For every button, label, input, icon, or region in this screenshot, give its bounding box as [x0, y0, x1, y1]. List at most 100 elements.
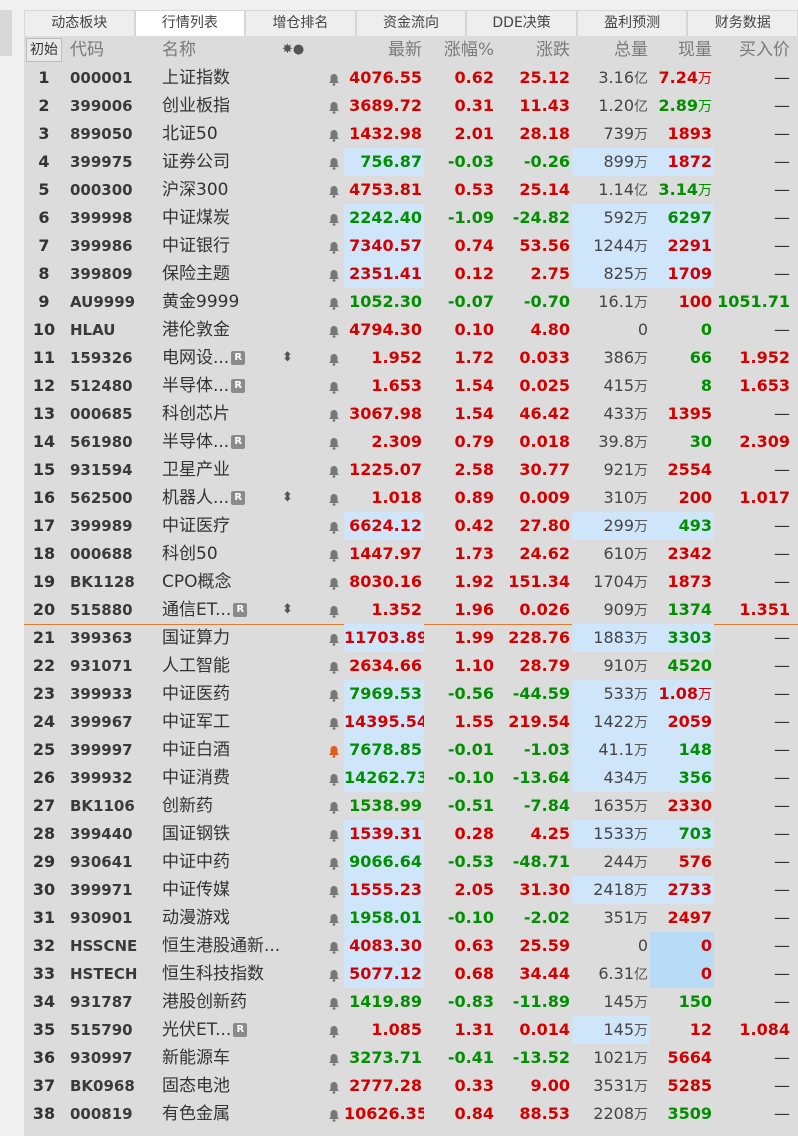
alert-bell-icon[interactable] — [324, 232, 344, 260]
tab-0[interactable]: 动态板块 — [24, 10, 135, 36]
table-row[interactable]: 15 931594 卫星产业 1225.07 2.58 30.77 921万 2554— — [24, 456, 798, 484]
table-row[interactable]: 5 000300 沪深300 4753.81 0.53 25.14 1.14亿 3.14万 — — [24, 176, 798, 204]
last-price: 2242.40 — [344, 204, 424, 232]
table-row[interactable]: 25 399997 中证白酒 7678.85 -0.01 -1.03 41.1万 148— — [24, 736, 798, 764]
tab-2[interactable]: 增仓排名 — [245, 10, 356, 36]
table-row[interactable]: 3 899050 北证50 1432.98 2.01 28.18 739万 1893— — [24, 120, 798, 148]
table-row[interactable]: 4 399975 证券公司 756.87 -0.03 -0.26 899万 1872— — [24, 148, 798, 176]
table-row[interactable]: 1 000001 上证指数 4076.55 0.62 25.12 3.16亿 7.24万 — — [24, 64, 798, 92]
alert-bell-icon[interactable] — [324, 484, 344, 512]
alert-bell-icon[interactable] — [324, 736, 344, 764]
table-row[interactable]: 24 399967 中证军工 14395.54 1.55 219.54 1422万 2059— — [24, 708, 798, 736]
alert-bell-icon[interactable] — [324, 1072, 344, 1100]
table-row[interactable]: 12 512480 半导体... R 1.653 1.54 0.025 415万 8 1.653 — [24, 372, 798, 400]
table-row[interactable]: 20 515880 通信ET... R ⬍ 1.352 1.96 0.026 909万 1374 1… — [24, 596, 798, 624]
row-index: 35 — [32, 1020, 56, 1039]
table-row[interactable]: 34 931787 港股创新药 1419.89 -0.83 -11.89 145万 150— — [24, 988, 798, 1016]
table-row[interactable]: 30 399971 中证传媒 1555.23 2.05 31.30 2418万 2733— — [24, 876, 798, 904]
table-row[interactable]: 32 HSSCNE 恒生港股通新... 4083.30 0.63 25.59 0 0 — — [24, 932, 798, 960]
total-volume-unit: 万 — [634, 827, 648, 843]
alert-bell-icon[interactable] — [324, 92, 344, 120]
bid-price: — — [774, 404, 790, 423]
alert-bell-icon[interactable] — [324, 316, 344, 344]
tab-5[interactable]: 盈利预测 — [576, 10, 688, 36]
alert-bell-icon[interactable] — [324, 1016, 344, 1044]
table-row[interactable]: 23 399933 中证医药 7969.53 -0.56 -44.59 533万 1.08万 — — [24, 680, 798, 708]
col-header-code[interactable]: 代码 — [70, 36, 160, 64]
col-header-chg[interactable]: 涨跌 — [498, 36, 572, 64]
alert-bell-icon[interactable] — [324, 568, 344, 596]
alert-bell-icon[interactable] — [324, 876, 344, 904]
alert-bell-icon[interactable] — [324, 148, 344, 176]
reset-order-button[interactable]: 初始 — [26, 38, 62, 62]
col-header-alert-icon[interactable]: ✸● — [282, 36, 322, 64]
tab-6[interactable]: 财务数据 — [687, 10, 798, 36]
alert-bell-icon[interactable] — [324, 512, 344, 540]
table-row[interactable]: 7 399986 中证银行 7340.57 0.74 53.56 1244万 2291— — [24, 232, 798, 260]
table-row[interactable]: 19 BK1128 CPO概念 8030.16 1.92 151.34 1704万 1873— — [24, 568, 798, 596]
table-row[interactable]: 38 000819 有色金属 10626.35 0.84 88.53 2208万 3509— — [24, 1100, 798, 1128]
alert-bell-icon[interactable] — [324, 624, 344, 652]
alert-bell-icon[interactable] — [324, 372, 344, 400]
table-row[interactable]: 36 930997 新能源车 3273.71 -0.41 -13.52 1021万 5664— — [24, 1044, 798, 1072]
current-volume: 3.14万 — [650, 176, 714, 204]
alert-bell-icon[interactable] — [324, 288, 344, 316]
alert-bell-icon[interactable] — [324, 792, 344, 820]
table-row[interactable]: 37 BK0968 固态电池 2777.28 0.33 9.00 3531万 5285— — [24, 1072, 798, 1100]
alert-bell-icon[interactable] — [324, 456, 344, 484]
col-header-last[interactable]: 最新 — [344, 36, 424, 64]
table-row[interactable]: 8 399809 保险主题 2351.41 0.12 2.75 825万 1709— — [24, 260, 798, 288]
table-row[interactable]: 33 HSTECH 恒生科技指数 5077.12 0.68 34.44 6.31亿 0— — [24, 960, 798, 988]
alert-bell-icon[interactable] — [324, 344, 344, 372]
table-row[interactable]: 10 HLAU 港伦敦金 4794.30 0.10 4.80 0 0 — — [24, 316, 798, 344]
alert-bell-icon[interactable] — [324, 64, 344, 92]
alert-bell-icon[interactable] — [324, 652, 344, 680]
stock-code: 515880 — [70, 601, 133, 619]
col-header-bid[interactable]: 买入价 — [716, 36, 796, 64]
alert-bell-icon[interactable] — [324, 988, 344, 1016]
table-row[interactable]: 6 399998 中证煤炭 2242.40 -1.09 -24.82 592万 6297— — [24, 204, 798, 232]
alert-bell-icon[interactable] — [324, 428, 344, 456]
current-volume: 148 — [650, 736, 714, 764]
table-row[interactable]: 9 AU9999 黄金9999 1052.30 -0.07 -0.70 16.1万 100 10… — [24, 288, 798, 316]
table-row[interactable]: 11 159326 电网设... R ⬍ 1.952 1.72 0.033 386万 66 1.95… — [24, 344, 798, 372]
alert-bell-icon[interactable] — [324, 596, 344, 624]
alert-bell-icon[interactable] — [324, 848, 344, 876]
alert-bell-icon[interactable] — [324, 204, 344, 232]
tab-3[interactable]: 资金流向 — [355, 10, 467, 36]
alert-bell-icon[interactable] — [324, 960, 344, 988]
tab-1[interactable]: 行情列表 — [134, 10, 246, 36]
table-row[interactable]: 18 000688 科创50 1447.97 1.73 24.62 610万 2342— — [24, 540, 798, 568]
tab-4[interactable]: DDE决策 — [466, 10, 577, 36]
alert-bell-icon[interactable] — [324, 176, 344, 204]
col-header-current-volume[interactable]: 现量 — [650, 36, 714, 64]
table-row[interactable]: 26 399932 中证消费 14262.73 -0.10 -13.64 434万 356— — [24, 764, 798, 792]
alert-bell-icon[interactable] — [324, 400, 344, 428]
col-header-volume[interactable]: 总量 — [572, 36, 650, 64]
alert-bell-icon[interactable] — [324, 708, 344, 736]
alert-bell-icon[interactable] — [324, 680, 344, 708]
alert-bell-icon[interactable] — [324, 764, 344, 792]
alert-bell-icon[interactable] — [324, 932, 344, 960]
alert-bell-icon[interactable] — [324, 1044, 344, 1072]
table-row[interactable]: 21 399363 国证算力 11703.89 1.99 228.76 1883万 3303— — [24, 624, 798, 652]
table-row[interactable]: 2 399006 创业板指 3689.72 0.31 11.43 1.20亿 2.89万 — — [24, 92, 798, 120]
alert-bell-icon[interactable] — [324, 120, 344, 148]
alert-bell-icon[interactable] — [324, 1100, 344, 1128]
col-header-pct[interactable]: 涨幅% — [426, 36, 496, 64]
table-row[interactable]: 29 930641 中证中药 9066.64 -0.53 -48.71 244万 576— — [24, 848, 798, 876]
alert-bell-icon[interactable] — [324, 904, 344, 932]
stock-code: 399809 — [70, 265, 133, 283]
alert-bell-icon[interactable] — [324, 820, 344, 848]
table-row[interactable]: 28 399440 国证钢铁 1539.31 0.28 4.25 1533万 703— — [24, 820, 798, 848]
table-row[interactable]: 31 930901 动漫游戏 1958.01 -0.10 -2.02 351万 2497— — [24, 904, 798, 932]
alert-bell-icon[interactable] — [324, 260, 344, 288]
table-row[interactable]: 13 000685 科创芯片 3067.98 1.54 46.42 433万 1395— — [24, 400, 798, 428]
table-row[interactable]: 16 562500 机器人... R ⬍ 1.018 0.89 0.009 310万 200 1.0… — [24, 484, 798, 512]
table-row[interactable]: 14 561980 半导体... R 2.309 0.79 0.018 39.8万 30 2.30… — [24, 428, 798, 456]
table-row[interactable]: 27 BK1106 创新药 1538.99 -0.51 -7.84 1635万 2330— — [24, 792, 798, 820]
alert-bell-icon[interactable] — [324, 540, 344, 568]
table-row[interactable]: 17 399989 中证医疗 6624.12 0.42 27.80 299万 493— — [24, 512, 798, 540]
table-row[interactable]: 22 931071 人工智能 2634.66 1.10 28.79 910万 4520— — [24, 652, 798, 680]
table-row[interactable]: 35 515790 光伏ET... R 1.085 1.31 0.014 145万 12 1.08… — [24, 1016, 798, 1044]
